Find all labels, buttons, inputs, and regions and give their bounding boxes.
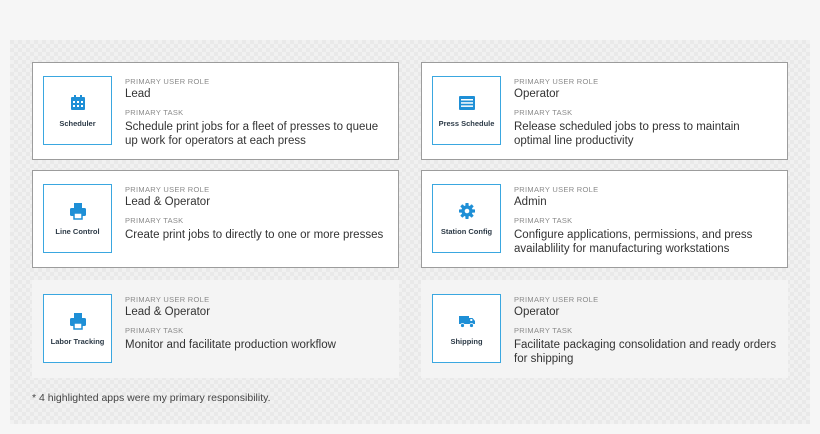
truck-icon — [458, 312, 476, 330]
task-label: PRIMARY TASK — [514, 108, 573, 117]
app-name: Shipping — [450, 336, 483, 346]
role-label: PRIMARY USER ROLE — [514, 295, 599, 304]
role-value: Lead — [125, 88, 151, 100]
task-value: Facilitate packaging consolidation and r… — [514, 339, 777, 365]
schedule-list-icon — [458, 94, 476, 112]
app-card-shipping: Shipping PRIMARY USER ROLE Operator PRIM… — [421, 280, 788, 378]
task-value: Schedule print jobs for a fleet of press… — [125, 121, 379, 147]
task-label: PRIMARY TASK — [514, 326, 573, 335]
role-value: Lead & Operator — [125, 306, 211, 318]
app-tile-press-schedule[interactable]: Press Schedule — [432, 76, 501, 145]
task-label: PRIMARY TASK — [125, 216, 184, 225]
task-value: Monitor and facilitate production workfl… — [125, 339, 336, 351]
role-value: Operator — [514, 306, 560, 318]
app-tile-line-control[interactable]: Line Control — [43, 184, 112, 253]
printer-icon — [69, 202, 87, 220]
gear-icon — [458, 202, 476, 220]
role-value: Admin — [514, 196, 547, 208]
role-label: PRIMARY USER ROLE — [125, 185, 210, 194]
app-card-press-schedule: Press Schedule PRIMARY USER ROLE Operato… — [421, 62, 788, 160]
printer-icon — [69, 312, 87, 330]
app-name: Scheduler — [59, 118, 96, 128]
app-tile-scheduler[interactable]: Scheduler — [43, 76, 112, 145]
app-card-labor-tracking: Labor Tracking PRIMARY USER ROLE Lead & … — [32, 280, 399, 378]
role-value: Lead & Operator — [125, 196, 211, 208]
role-label: PRIMARY USER ROLE — [125, 77, 210, 86]
app-name: Labor Tracking — [50, 336, 105, 346]
task-value: Release scheduled jobs to press to maint… — [514, 121, 740, 147]
app-name: Press Schedule — [438, 118, 495, 128]
footnote: * 4 highlighted apps were my primary res… — [32, 392, 271, 404]
role-label: PRIMARY USER ROLE — [514, 77, 599, 86]
role-label: PRIMARY USER ROLE — [514, 185, 599, 194]
calendar-icon — [69, 94, 87, 112]
app-card-scheduler: Scheduler PRIMARY USER ROLE Lead PRIMARY… — [32, 62, 399, 160]
app-tile-shipping[interactable]: Shipping — [432, 294, 501, 363]
task-label: PRIMARY TASK — [514, 216, 573, 225]
app-card-line-control: Line Control PRIMARY USER ROLE Lead & Op… — [32, 170, 399, 268]
role-value: Operator — [514, 88, 560, 100]
app-name: Station Config — [440, 226, 493, 236]
task-value: Configure applications, permissions, and… — [514, 229, 753, 255]
role-label: PRIMARY USER ROLE — [125, 295, 210, 304]
app-name: Line Control — [55, 226, 100, 236]
app-card-station-config: Station Config PRIMARY USER ROLE Admin P… — [421, 170, 788, 268]
app-tile-station-config[interactable]: Station Config — [432, 184, 501, 253]
task-label: PRIMARY TASK — [125, 108, 184, 117]
task-value: Create print jobs to directly to one or … — [125, 229, 384, 241]
app-tile-labor-tracking[interactable]: Labor Tracking — [43, 294, 112, 363]
task-label: PRIMARY TASK — [125, 326, 184, 335]
